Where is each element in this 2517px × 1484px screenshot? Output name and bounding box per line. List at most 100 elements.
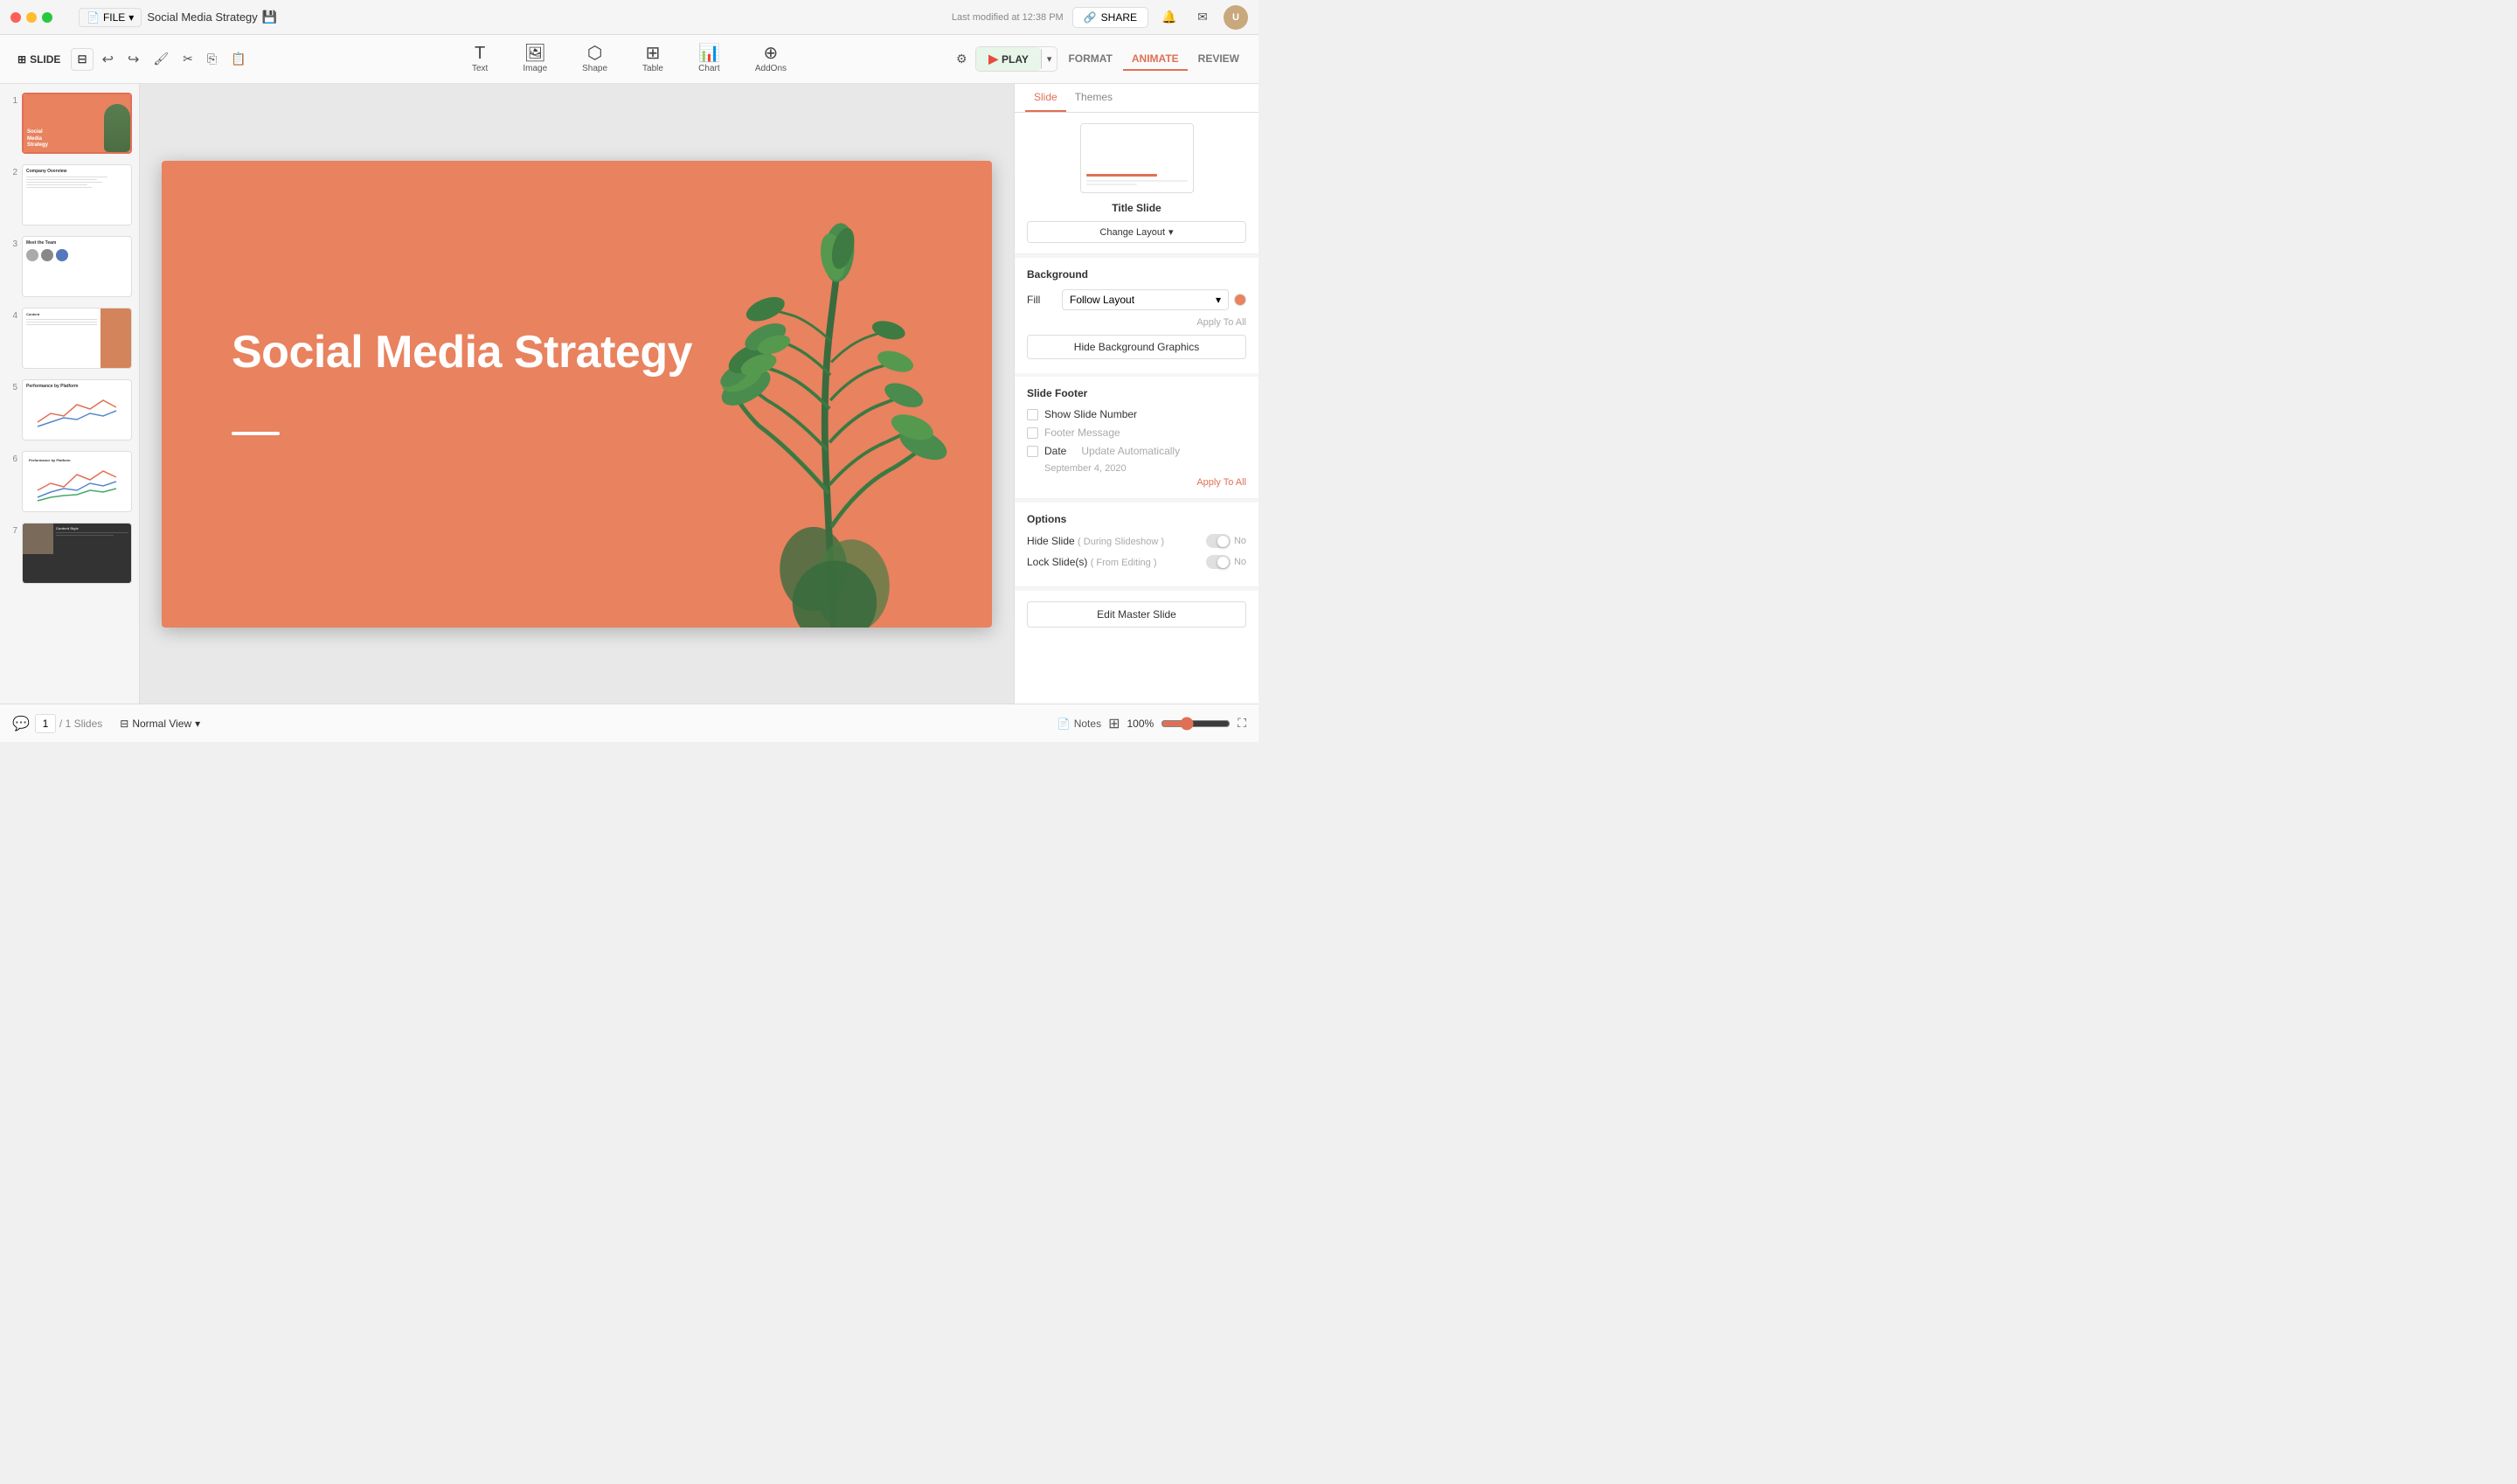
footer-apply-all[interactable]: Apply To All (1027, 477, 1246, 488)
view-controls: ⊟ Normal View ▾ (120, 718, 200, 730)
toolbar-left: ⊞ SLIDE ⊟ ↩ ↪ 🖌 ✂ ⎘ 📋 (0, 47, 262, 72)
cut-button[interactable]: ✂ (177, 48, 198, 70)
play-dropdown-button[interactable]: ▾ (1041, 49, 1057, 69)
slide-thumbnail-4[interactable]: 4 Content (5, 306, 134, 371)
text-tool[interactable]: T Text (463, 41, 496, 77)
lock-slide-row: Lock Slide(s) ( From Editing ) No (1027, 555, 1246, 569)
color-swatch[interactable] (1234, 294, 1246, 306)
update-automatically-text: Update Automatically (1081, 445, 1180, 457)
table-tool[interactable]: ⊞ Table (634, 41, 672, 77)
paste-button[interactable]: 📋 (225, 48, 251, 70)
fullscreen-button[interactable]: ⛶ (1238, 716, 1246, 731)
change-layout-button[interactable]: Change Layout ▾ (1027, 221, 1246, 243)
fill-row: Fill Follow Layout ▾ (1027, 289, 1246, 310)
main-area: 1 SocialMediaStrategy 2 Company Overview (0, 84, 1258, 704)
hide-slide-toggle[interactable] (1206, 534, 1231, 548)
image-tool[interactable]: 🖼 Image (514, 41, 556, 77)
date-checkbox[interactable] (1027, 446, 1038, 457)
layout-title: Title Slide (1112, 202, 1161, 214)
slide-layout-button[interactable]: ⊟ (71, 48, 93, 71)
tab-themes[interactable]: Themes (1066, 84, 1121, 112)
fill-label: Fill (1027, 294, 1062, 306)
edit-master-section: Edit Master Slide (1015, 591, 1258, 638)
slide-preview-4: Content (22, 308, 132, 369)
slide-preview-3: Meet the Team (22, 236, 132, 297)
lock-slide-value: No (1234, 557, 1246, 567)
slide-thumbnail-1[interactable]: 1 SocialMediaStrategy (5, 91, 134, 156)
notes-icon: 📄 (1057, 718, 1071, 730)
file-menu-button[interactable]: 📄 FILE ▾ (79, 8, 142, 27)
close-button[interactable] (10, 12, 21, 23)
avatar: U (1224, 5, 1248, 30)
copy-button[interactable]: ⎘ (202, 48, 222, 70)
slide-thumbnail-7[interactable]: 7 Content Style (5, 521, 134, 586)
normal-view-button[interactable]: ⊟ Normal View ▾ (120, 718, 200, 730)
background-title: Background (1027, 268, 1246, 281)
panel-tabs: Slide Themes (1015, 84, 1258, 113)
options-section: Options Hide Slide ( During Slideshow ) … (1015, 503, 1258, 587)
bottom-left: 💬 / 1 Slides (12, 714, 102, 733)
chevron-down-icon: ▾ (1168, 226, 1174, 238)
canvas-area: Social Media Strategy (140, 84, 1014, 704)
undo-button[interactable]: ↩ (97, 47, 119, 72)
slide-thumbnail-3[interactable]: 3 Meet the Team (5, 234, 134, 299)
tab-animate[interactable]: ANIMATE (1123, 48, 1188, 71)
redo-button[interactable]: ↪ (122, 47, 144, 72)
main-toolbar: ⊞ SLIDE ⊟ ↩ ↪ 🖌 ✂ ⎘ 📋 T Text 🖼 Image ⬡ S… (0, 35, 1258, 84)
layout-thumbnail (1080, 123, 1194, 193)
shape-icon: ⬡ (587, 45, 602, 62)
footer-message-checkbox[interactable] (1027, 427, 1038, 439)
apply-all-link: Apply To All (1027, 317, 1246, 328)
layout-preview (1027, 123, 1246, 193)
slide-divider (232, 432, 280, 435)
bottom-bar: 💬 / 1 Slides ⊟ Normal View ▾ 📄 Notes ⊞ 1… (0, 704, 1258, 742)
tab-slide[interactable]: Slide (1025, 84, 1066, 112)
show-slide-number-checkbox[interactable] (1027, 409, 1038, 420)
chat-button[interactable]: 💬 (12, 715, 30, 732)
right-panel: Slide Themes Title Slide Change Layout ▾ (1014, 84, 1258, 704)
slide-button[interactable]: ⊞ SLIDE (10, 50, 67, 69)
options-title: Options (1027, 513, 1246, 525)
hide-background-graphics-button[interactable]: Hide Background Graphics (1027, 335, 1246, 359)
play-icon: ▶ (988, 52, 998, 66)
notification-button[interactable]: 🔔 (1157, 5, 1182, 30)
background-section: Background Fill Follow Layout ▾ Apply To… (1015, 258, 1258, 373)
addons-icon: ⊕ (764, 45, 779, 62)
shape-tool[interactable]: ⬡ Shape (573, 41, 616, 77)
addons-tool[interactable]: ⊕ AddOns (746, 41, 795, 77)
share-icon: 🔗 (1084, 11, 1097, 24)
notes-button[interactable]: 📄 Notes (1057, 718, 1101, 730)
title-bar: 📄 FILE ▾ Social Media Strategy 💾 Last mo… (0, 0, 1258, 35)
settings-button[interactable]: ⚙ (949, 47, 974, 72)
bottom-right: 📄 Notes ⊞ 100% ⛶ (1057, 715, 1246, 732)
maximize-button[interactable] (42, 12, 52, 23)
footer-message-label: Footer Message (1044, 426, 1120, 439)
paint-format-button[interactable]: 🖌 (148, 48, 174, 70)
main-slide-canvas[interactable]: Social Media Strategy (162, 161, 992, 628)
slide-preview-5: Performance by Platform (22, 379, 132, 440)
slide-thumbnail-2[interactable]: 2 Company Overview (5, 163, 134, 227)
grid-view-icon: ⊟ (120, 718, 128, 730)
hide-slide-label-area: Hide Slide ( During Slideshow ) (1027, 535, 1206, 547)
fill-dropdown[interactable]: Follow Layout ▾ (1062, 289, 1229, 310)
mail-button[interactable]: ✉ (1190, 5, 1215, 30)
slide-number-input[interactable] (35, 714, 56, 733)
show-slide-number-row: Show Slide Number (1027, 408, 1246, 420)
grid-button[interactable]: ⊞ (1108, 715, 1120, 732)
minimize-button[interactable] (26, 12, 37, 23)
slide-thumbnail-5[interactable]: 5 Performance by Platform (5, 378, 134, 442)
tab-review[interactable]: REVIEW (1189, 48, 1248, 71)
edit-master-slide-button[interactable]: Edit Master Slide (1027, 601, 1246, 628)
chevron-down-icon: ▾ (128, 11, 134, 24)
lock-slide-toggle[interactable] (1206, 555, 1231, 569)
share-button[interactable]: 🔗 SHARE (1072, 7, 1148, 28)
file-icon: 📄 (87, 11, 100, 24)
slide-thumbnail-6[interactable]: 6 Performance by Platform (5, 449, 134, 514)
chart-icon: 📊 (698, 45, 720, 62)
play-button[interactable]: ▶ PLAY (976, 47, 1041, 71)
tab-format[interactable]: FORMAT (1059, 48, 1120, 71)
chart-tool[interactable]: 📊 Chart (690, 41, 729, 77)
layout-section: Title Slide Change Layout ▾ (1015, 113, 1258, 254)
lock-slide-label: Lock Slide(s) (1027, 556, 1087, 568)
zoom-slider[interactable] (1161, 717, 1231, 731)
